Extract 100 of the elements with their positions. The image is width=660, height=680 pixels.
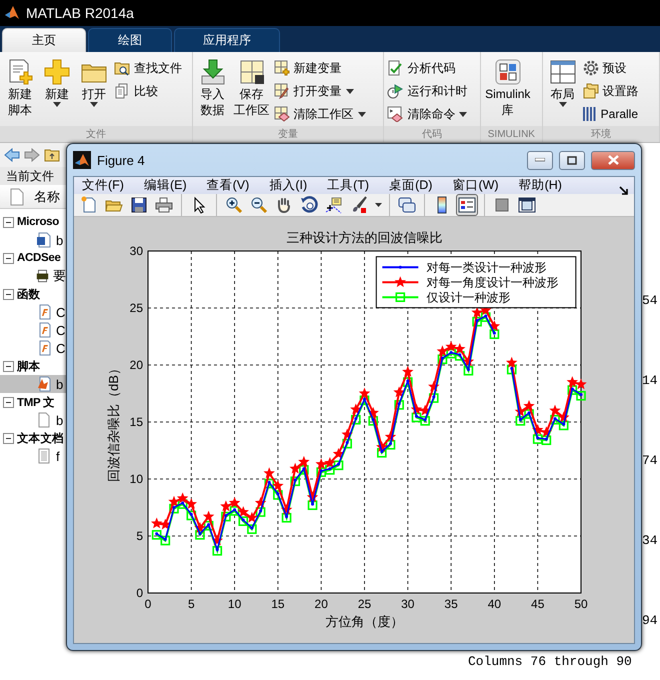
- legend-line-icon: [382, 292, 418, 302]
- dock-arrow-icon[interactable]: [619, 186, 628, 195]
- file-row[interactable]: b: [0, 231, 66, 249]
- ribbon-button[interactable]: 新建 脚本: [3, 58, 37, 118]
- file-row[interactable]: b: [0, 375, 66, 393]
- ribbon-button[interactable]: 查找文件: [114, 59, 182, 77]
- ribbon-button[interactable]: 布局: [546, 58, 580, 107]
- point: [247, 524, 257, 534]
- point: [290, 462, 301, 474]
- menu-item[interactable]: 窗口(W): [452, 177, 499, 194]
- file-name: C: [56, 304, 66, 320]
- file-row[interactable]: 要: [0, 267, 66, 285]
- file-row[interactable]: C: [0, 339, 66, 357]
- ribbon-button[interactable]: 打开变量: [274, 82, 366, 100]
- menu-item[interactable]: 帮助(H): [518, 177, 562, 194]
- menu-item[interactable]: 编辑(E): [144, 177, 187, 194]
- point: [446, 348, 456, 358]
- ribbon-button[interactable]: 运行和计时: [387, 82, 468, 100]
- collapse-icon[interactable]: [3, 432, 14, 444]
- back-arrow-icon[interactable]: [4, 148, 20, 162]
- point: [169, 504, 179, 514]
- ribbon-button[interactable]: 预设: [582, 59, 639, 77]
- script-file-icon: [36, 376, 52, 392]
- point: [221, 512, 231, 522]
- tick-label: 5: [136, 529, 143, 543]
- tree-group-label[interactable]: ACDSee: [17, 252, 61, 264]
- point: [506, 364, 517, 374]
- ribbon-button[interactable]: 导入 数据: [196, 58, 230, 118]
- menu-item[interactable]: 工具(T): [327, 177, 370, 194]
- toolbar-button[interactable]: [456, 194, 478, 216]
- ribbon-button[interactable]: 保存 工作区: [232, 58, 271, 118]
- tick-label: 0: [136, 586, 143, 600]
- point: [282, 512, 292, 523]
- tree-group-label[interactable]: 脚本: [17, 358, 40, 374]
- folder-up-icon[interactable]: [44, 148, 60, 162]
- collapse-icon[interactable]: [3, 252, 14, 264]
- ribbon-button[interactable]: 设置路: [582, 82, 639, 100]
- legend-label: 对每一类设计一种波形: [426, 260, 546, 275]
- rotate-icon: [300, 196, 318, 214]
- link-icon: [398, 196, 416, 214]
- menu-item[interactable]: 桌面(D): [389, 177, 432, 194]
- point: [334, 460, 344, 470]
- figure-title: Figure 4: [97, 152, 146, 168]
- maximize-button[interactable]: [559, 150, 585, 170]
- point: [464, 366, 474, 376]
- ribbon-tab[interactable]: 应用程序: [174, 28, 280, 52]
- minimize-button[interactable]: [527, 150, 553, 170]
- table-eraser-icon: [274, 106, 290, 122]
- ribbon-tab[interactable]: 主页: [2, 28, 86, 52]
- tree-group-label[interactable]: 函数: [17, 286, 40, 302]
- point: [272, 480, 284, 491]
- menu-item[interactable]: 插入(I): [269, 177, 308, 194]
- folders-icon: [582, 83, 599, 99]
- legend-line-icon: [382, 266, 418, 269]
- menu-item[interactable]: 文件(F): [82, 177, 124, 194]
- close-button[interactable]: [591, 150, 635, 170]
- tick-label: 5: [188, 597, 195, 611]
- ribbon-button[interactable]: Simulink 库: [484, 58, 532, 118]
- new-file-icon: [80, 196, 98, 214]
- point: [238, 506, 249, 517]
- collapse-icon[interactable]: [3, 216, 14, 228]
- point: [394, 400, 404, 410]
- ribbon-button[interactable]: 打开: [77, 58, 111, 107]
- ribbon-button[interactable]: 清除命令: [387, 105, 468, 123]
- point: [524, 409, 534, 419]
- output-line: 94: [642, 613, 658, 629]
- ribbon-button[interactable]: 新建: [40, 58, 74, 107]
- collapse-icon[interactable]: [3, 396, 14, 408]
- point: [264, 467, 275, 478]
- file-row[interactable]: f: [0, 447, 66, 465]
- ribbon-button[interactable]: Paralle: [582, 105, 639, 123]
- tree-group-label[interactable]: Microso: [17, 216, 59, 228]
- ribbon-button[interactable]: 新建变量: [274, 59, 366, 77]
- collapse-icon[interactable]: [3, 288, 14, 300]
- tick-label: 20: [314, 597, 328, 611]
- point: [316, 458, 327, 469]
- ribbon-button[interactable]: 清除工作区: [274, 105, 366, 123]
- tree-group-label[interactable]: 文本文档: [17, 430, 64, 446]
- zoom-out-icon: [250, 196, 268, 214]
- file-row[interactable]: C: [0, 321, 66, 339]
- ribbon-button[interactable]: 比较: [114, 82, 182, 100]
- caret-icon: [90, 102, 98, 107]
- point: [160, 536, 170, 546]
- tree-group-label[interactable]: TMP 文: [17, 394, 55, 410]
- point: [256, 507, 266, 517]
- file-name: b: [56, 376, 64, 392]
- collapse-icon[interactable]: [3, 360, 14, 372]
- file-name: f: [56, 448, 60, 464]
- file-row[interactable]: b: [0, 411, 66, 429]
- ribbon-tab[interactable]: 绘图: [88, 28, 172, 52]
- y-axis-label: 回波信杂噪比（dB）: [106, 362, 121, 482]
- tick-label: 45: [531, 597, 544, 611]
- check-page-icon: [387, 60, 404, 76]
- table-pencil-icon: [274, 83, 290, 99]
- point: [454, 351, 465, 361]
- ribbon-button[interactable]: 分析代码: [387, 59, 468, 77]
- menu-item[interactable]: 查看(V): [206, 177, 250, 194]
- file-name: b: [56, 412, 64, 428]
- file-row[interactable]: C: [0, 303, 66, 321]
- point: [195, 530, 205, 540]
